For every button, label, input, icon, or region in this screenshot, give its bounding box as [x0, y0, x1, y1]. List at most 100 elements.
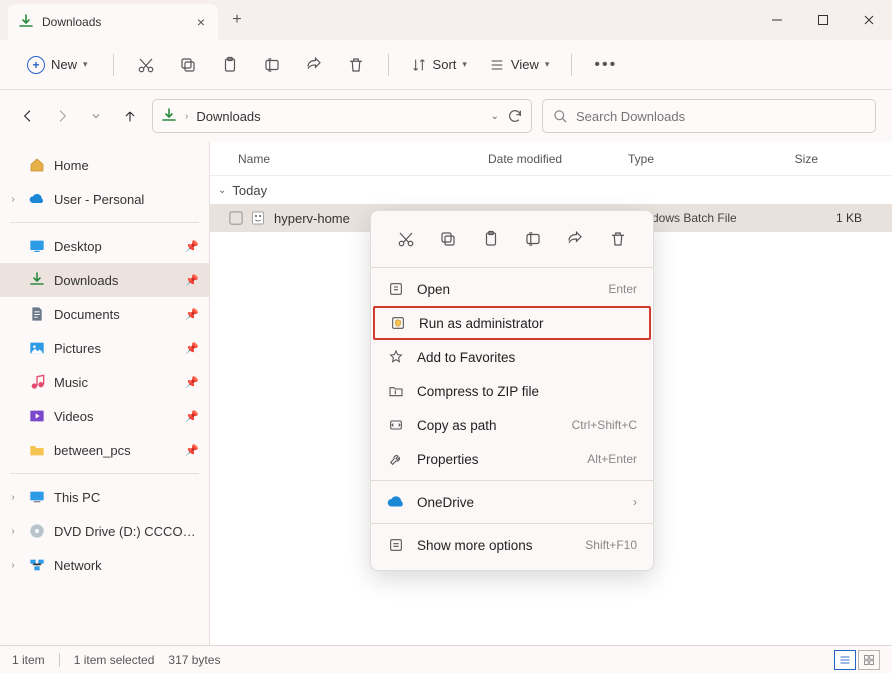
separator [113, 54, 114, 76]
sidebar-item-home[interactable]: Home [0, 148, 209, 182]
tab-close-button[interactable]: × [194, 15, 208, 29]
search-box[interactable] [542, 99, 876, 133]
dvd-icon [28, 522, 46, 540]
expand-icon[interactable]: › [6, 492, 20, 503]
pin-icon: 📌 [185, 342, 199, 355]
ctx-copy-path[interactable]: Copy as path Ctrl+Shift+C [371, 408, 653, 442]
tab-title: Downloads [42, 15, 186, 29]
onedrive-icon [28, 190, 46, 208]
sidebar-item-thispc[interactable]: › This PC [0, 480, 209, 514]
sidebar-item-videos[interactable]: Videos 📌 [0, 399, 209, 433]
ctx-cut-button[interactable] [392, 225, 420, 253]
checkbox-icon[interactable] [228, 210, 244, 226]
sort-button[interactable]: Sort ▾ [403, 51, 475, 79]
network-icon [28, 556, 46, 574]
sidebar-item-dvd[interactable]: › DVD Drive (D:) CCCOMA_X6 [0, 514, 209, 548]
view-mode-buttons [834, 650, 880, 670]
status-selected: 1 item selected [74, 653, 155, 667]
context-icon-row [371, 219, 653, 263]
sidebar-item-music[interactable]: Music 📌 [0, 365, 209, 399]
paste-button[interactable] [212, 47, 248, 83]
column-headers[interactable]: Name Date modified Type Size [210, 142, 892, 176]
sidebar-item-network[interactable]: › Network [0, 548, 209, 582]
forward-button[interactable] [50, 104, 74, 128]
chevron-right-icon: › [185, 111, 188, 122]
ctx-run-as-admin[interactable]: Run as administrator [373, 306, 651, 340]
pictures-icon [28, 339, 46, 357]
close-button[interactable] [846, 0, 892, 40]
path-icon [387, 416, 405, 434]
separator [10, 473, 199, 474]
column-name[interactable]: Name [238, 152, 488, 166]
separator [388, 54, 389, 76]
pin-icon: 📌 [185, 410, 199, 423]
ctx-open[interactable]: Open Enter [371, 272, 653, 306]
ctx-onedrive[interactable]: OneDrive › [371, 485, 653, 519]
address-dropdown[interactable]: ⌄ [491, 111, 499, 122]
back-button[interactable] [16, 104, 40, 128]
status-bar: 1 item 1 item selected 317 bytes [0, 645, 892, 673]
ctx-paste-button[interactable] [477, 225, 505, 253]
copy-button[interactable] [170, 47, 206, 83]
view-label: View [511, 57, 539, 72]
cut-button[interactable] [128, 47, 164, 83]
sidebar-item-documents[interactable]: Documents 📌 [0, 297, 209, 331]
address-bar[interactable]: › Downloads ⌄ [152, 99, 532, 133]
ctx-compress[interactable]: Compress to ZIP file [371, 374, 653, 408]
sidebar-item-desktop[interactable]: Desktop 📌 [0, 229, 209, 263]
status-count: 1 item [12, 653, 45, 667]
expand-icon[interactable]: › [6, 560, 20, 571]
star-icon [387, 348, 405, 366]
toolbar: + New ▾ Sort ▾ View ▾ ••• [0, 40, 892, 90]
sidebar-item-folder[interactable]: between_pcs 📌 [0, 433, 209, 467]
pin-icon: 📌 [185, 240, 199, 253]
up-button[interactable] [118, 104, 142, 128]
zip-icon [387, 382, 405, 400]
videos-icon [28, 407, 46, 425]
address-row: › Downloads ⌄ [0, 90, 892, 142]
column-size[interactable]: Size [748, 152, 818, 166]
thumbnails-view-button[interactable] [858, 650, 880, 670]
share-button[interactable] [296, 47, 332, 83]
more-button[interactable]: ••• [586, 50, 625, 80]
desktop-icon [28, 237, 46, 255]
file-type: dows Batch File [652, 211, 802, 225]
pin-icon: 📌 [185, 308, 199, 321]
minimize-button[interactable] [754, 0, 800, 40]
sort-label: Sort [433, 57, 457, 72]
ctx-properties[interactable]: Properties Alt+Enter [371, 442, 653, 476]
group-today[interactable]: ⌄ Today [210, 176, 892, 204]
file-size: 1 KB [802, 211, 862, 225]
refresh-button[interactable] [507, 108, 523, 124]
ctx-more-options[interactable]: Show more options Shift+F10 [371, 528, 653, 562]
pin-icon: 📌 [185, 274, 199, 287]
details-view-button[interactable] [834, 650, 856, 670]
window-tab[interactable]: Downloads × [8, 4, 218, 40]
ctx-add-favorites[interactable]: Add to Favorites [371, 340, 653, 374]
open-icon [387, 280, 405, 298]
search-input[interactable] [576, 109, 865, 124]
wrench-icon [387, 450, 405, 468]
ctx-share-button[interactable] [561, 225, 589, 253]
expand-icon[interactable]: › [6, 526, 20, 537]
view-button[interactable]: View ▾ [481, 51, 557, 79]
recent-button[interactable] [84, 104, 108, 128]
chevron-down-icon: ▾ [545, 59, 550, 70]
music-icon [28, 373, 46, 391]
more-icon [387, 536, 405, 554]
column-date[interactable]: Date modified [488, 152, 628, 166]
ctx-copy-button[interactable] [434, 225, 462, 253]
sidebar-item-downloads[interactable]: Downloads 📌 [0, 263, 209, 297]
sidebar-item-user[interactable]: › User - Personal [0, 182, 209, 216]
maximize-button[interactable] [800, 0, 846, 40]
delete-button[interactable] [338, 47, 374, 83]
expand-icon[interactable]: › [6, 194, 20, 205]
window-controls [754, 0, 892, 40]
ctx-delete-button[interactable] [604, 225, 632, 253]
sidebar-item-pictures[interactable]: Pictures 📌 [0, 331, 209, 365]
new-button[interactable]: + New ▾ [16, 49, 99, 81]
column-type[interactable]: Type [628, 152, 748, 166]
add-tab-button[interactable]: + [222, 11, 252, 29]
rename-button[interactable] [254, 47, 290, 83]
ctx-rename-button[interactable] [519, 225, 547, 253]
